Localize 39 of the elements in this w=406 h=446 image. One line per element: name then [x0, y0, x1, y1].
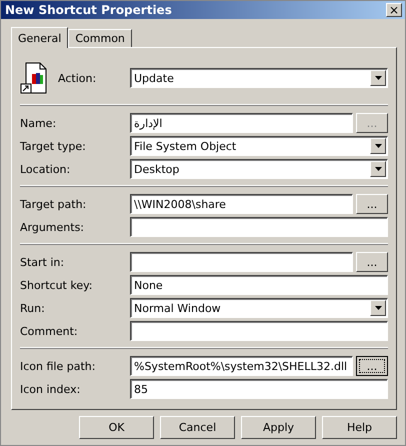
dropdown-arrow-icon — [374, 144, 382, 148]
field-label: Comment: — [20, 324, 78, 338]
dropdown-arrow-icon — [374, 76, 382, 80]
window-title: New Shortcut Properties — [5, 3, 172, 17]
browse-button[interactable]: ... — [356, 194, 388, 214]
browse-button[interactable]: ... — [356, 252, 388, 272]
browse-button[interactable]: ... — [356, 356, 388, 376]
tab[interactable]: General — [11, 27, 68, 48]
field-label: Start in: — [20, 256, 64, 268]
input-field[interactable]: \\WIN2008\share — [130, 194, 353, 214]
dialog-button[interactable]: Apply — [241, 416, 316, 439]
dropdown-arrow-icon — [374, 306, 382, 310]
field-label: Target type: — [20, 140, 86, 152]
field-label: Run: — [20, 302, 45, 314]
field-label: Name: — [20, 116, 56, 130]
field-label: Shortcut key: — [20, 278, 93, 292]
dialog-button[interactable]: Cancel — [160, 416, 235, 439]
field-label: Location: — [20, 162, 70, 176]
dropdown[interactable]: Desktop — [130, 159, 388, 179]
tab[interactable]: Common — [68, 29, 132, 47]
dialog-button[interactable]: Help — [322, 416, 397, 439]
dropdown-arrow-icon — [374, 167, 382, 171]
input-field[interactable]: الإدارة — [130, 113, 353, 133]
dialog-button[interactable]: OK — [79, 416, 154, 439]
dropdown[interactable]: Update — [130, 68, 388, 88]
close-button[interactable]: × — [386, 3, 402, 17]
field-label: Action: — [58, 72, 96, 84]
field-label: Target path: — [20, 198, 86, 210]
field-label: Arguments: — [20, 220, 84, 234]
input-field[interactable] — [130, 217, 388, 237]
dropdown[interactable]: File System Object — [130, 136, 388, 156]
input-field[interactable] — [130, 321, 388, 341]
input-field[interactable] — [130, 252, 353, 272]
input-field[interactable]: 85 — [130, 379, 388, 399]
field-label: Icon file path: — [20, 360, 96, 372]
input-field[interactable]: None — [130, 275, 388, 295]
input-field[interactable]: %SystemRoot%\system32\SHELL32.dll — [130, 356, 353, 376]
field-label: Icon index: — [20, 382, 80, 396]
dropdown[interactable]: Normal Window — [130, 298, 388, 318]
